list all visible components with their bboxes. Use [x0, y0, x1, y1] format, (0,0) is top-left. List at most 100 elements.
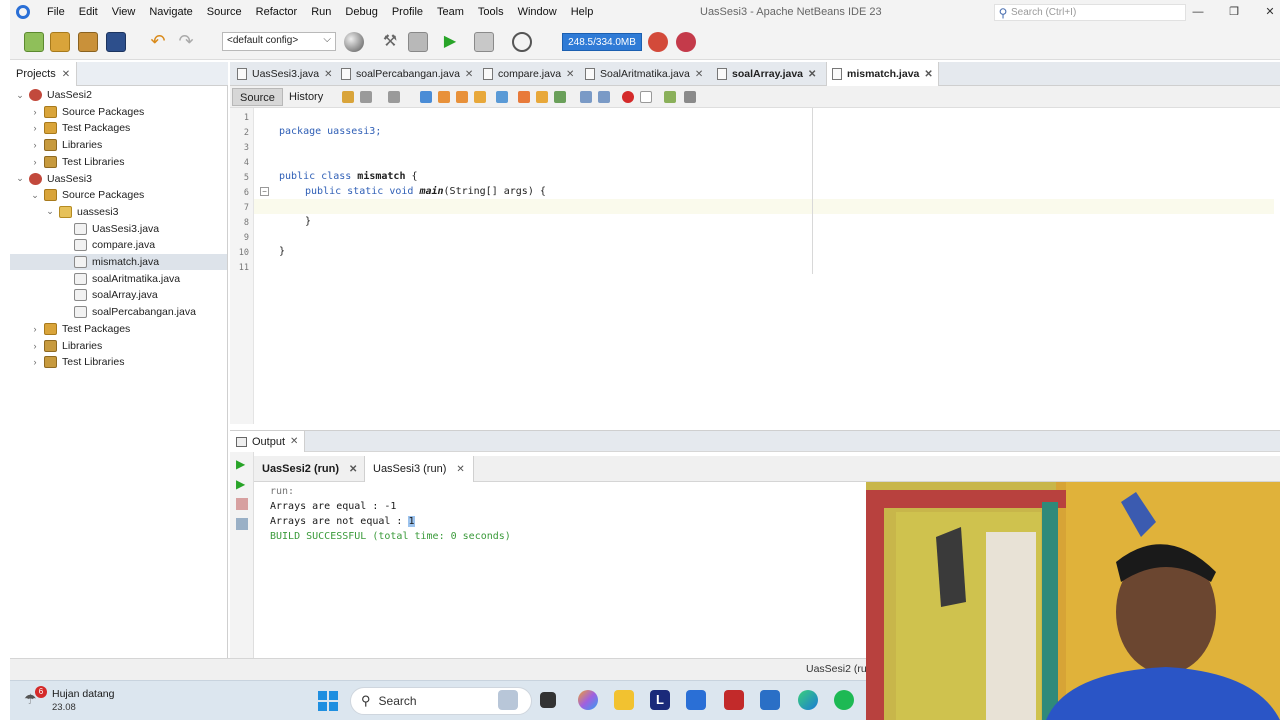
chevron-right-icon[interactable]: ›: [29, 140, 41, 150]
copilot-icon[interactable]: [578, 690, 598, 710]
chevron-down-icon[interactable]: ⌄: [14, 173, 26, 184]
menu-window[interactable]: Window: [511, 6, 564, 18]
tab-uassesi2-run[interactable]: UasSesi2 (run) ✕: [254, 456, 365, 482]
tree-item[interactable]: UasSesi3.java: [10, 221, 227, 237]
tree-item[interactable]: › Test Packages: [10, 321, 227, 337]
toggle-highlight-icon[interactable]: [496, 91, 508, 103]
tree-item[interactable]: soalArray.java: [10, 287, 227, 303]
chevron-right-icon[interactable]: ›: [29, 157, 41, 167]
tree-item[interactable]: soalPercabangan.java: [10, 304, 227, 320]
menu-help[interactable]: Help: [564, 6, 601, 18]
memory-usage-badge[interactable]: 248.5/334.0MB: [562, 33, 642, 51]
open-project-icon[interactable]: [78, 32, 98, 52]
close-icon[interactable]: ✕: [324, 69, 332, 80]
menu-file[interactable]: File: [40, 6, 72, 18]
uncomment-icon[interactable]: [684, 91, 696, 103]
next-bookmark-icon[interactable]: [536, 91, 548, 103]
editor-tab[interactable]: UasSesi3.java ✕: [232, 62, 338, 86]
close-icon[interactable]: ✕: [566, 69, 574, 80]
menu-source[interactable]: Source: [200, 6, 249, 18]
find-selection-icon[interactable]: [474, 91, 486, 103]
back-icon[interactable]: [360, 91, 372, 103]
menu-view[interactable]: View: [105, 6, 143, 18]
clean-build-icon[interactable]: [408, 32, 428, 52]
chevron-down-icon[interactable]: ⌄: [29, 190, 41, 201]
menu-profile[interactable]: Profile: [385, 6, 430, 18]
tree-item[interactable]: › Libraries: [10, 137, 227, 153]
run-icon[interactable]: ▶: [440, 32, 460, 52]
save-all-icon[interactable]: [106, 32, 126, 52]
rerun-icon[interactable]: ▶: [236, 458, 248, 470]
menu-refactor[interactable]: Refactor: [249, 6, 305, 18]
gc-icon[interactable]: [648, 32, 668, 52]
code-editor[interactable]: − package uassesi3; public class mismatc…: [254, 108, 1280, 424]
close-icon[interactable]: ✕: [924, 69, 932, 80]
minimize-button[interactable]: —: [1190, 4, 1206, 20]
menu-tools[interactable]: Tools: [471, 6, 511, 18]
tree-item[interactable]: ⌄ UasSesi3: [10, 171, 227, 187]
fold-collapse-icon[interactable]: −: [260, 187, 269, 196]
chevron-down-icon[interactable]: ⌄: [14, 90, 26, 101]
tree-item[interactable]: › Source Packages: [10, 104, 227, 120]
find-icon[interactable]: [420, 91, 432, 103]
ide-search-box[interactable]: ⚲: [994, 4, 1186, 21]
redo-icon[interactable]: ↷: [176, 32, 196, 52]
tree-item[interactable]: ⌄ Source Packages: [10, 187, 227, 203]
editor-tab[interactable]: soalPercabangan.java ✕: [336, 62, 478, 86]
tree-item[interactable]: compare.java: [10, 237, 227, 253]
source-view-button[interactable]: Source: [232, 88, 283, 106]
tree-item[interactable]: ⌄ UasSesi2: [10, 87, 227, 103]
editor-tab[interactable]: soalArray.java ✕: [712, 62, 821, 86]
close-icon[interactable]: ✕: [349, 464, 357, 475]
config-select[interactable]: <default config> ⌵: [222, 32, 336, 51]
mcafee-icon[interactable]: [724, 690, 744, 710]
globe-icon[interactable]: [344, 32, 364, 52]
tab-uassesi3-run[interactable]: UasSesi3 (run) ✕: [364, 456, 474, 482]
debug-icon[interactable]: [474, 32, 494, 52]
close-icon[interactable]: ✕: [62, 69, 70, 80]
tree-item[interactable]: › Test Libraries: [10, 154, 227, 170]
status-running-task[interactable]: UasSesi2 (ru: [806, 663, 867, 675]
editor-tab[interactable]: compare.java ✕: [478, 62, 579, 86]
tree-item[interactable]: soalAritmatika.java: [10, 271, 227, 287]
shift-right-icon[interactable]: [598, 91, 610, 103]
restore-button[interactable]: ❐: [1226, 4, 1242, 20]
close-icon[interactable]: ✕: [808, 69, 816, 80]
find-previous-icon[interactable]: [438, 91, 450, 103]
menu-team[interactable]: Team: [430, 6, 471, 18]
chevron-right-icon[interactable]: ›: [29, 324, 41, 334]
close-window-button[interactable]: ✕: [1262, 4, 1278, 20]
close-icon[interactable]: ✕: [465, 69, 473, 80]
settings-gear-icon[interactable]: [236, 518, 248, 530]
profile-icon[interactable]: [512, 32, 532, 52]
editor-tab[interactable]: mismatch.java ✕: [826, 62, 939, 86]
new-file-icon[interactable]: [24, 32, 44, 52]
widget-thumbnail-icon[interactable]: [498, 690, 518, 710]
edge-browser-icon[interactable]: [798, 690, 818, 710]
tree-item[interactable]: ⌄ uassesi3: [10, 204, 227, 220]
profiler-snapshot-icon[interactable]: [676, 32, 696, 52]
tab-output[interactable]: Output ✕: [230, 431, 306, 452]
ide-search-input[interactable]: [1011, 7, 1171, 18]
menu-debug[interactable]: Debug: [338, 6, 384, 18]
editor-tab[interactable]: SoalAritmatika.java ✕: [580, 62, 708, 86]
spotify-icon[interactable]: [834, 690, 854, 710]
task-view-icon[interactable]: [540, 692, 556, 708]
tab-projects[interactable]: Projects ✕: [10, 62, 78, 86]
close-icon[interactable]: ✕: [456, 464, 464, 475]
chevron-right-icon[interactable]: ›: [29, 123, 41, 133]
new-project-icon[interactable]: [50, 32, 70, 52]
shift-left-icon[interactable]: [580, 91, 592, 103]
start-button[interactable]: [318, 691, 338, 711]
tree-item[interactable]: › Test Packages: [10, 120, 227, 136]
undo-icon[interactable]: ↶: [148, 32, 168, 52]
tree-item[interactable]: mismatch.java: [10, 254, 227, 270]
history-view-button[interactable]: History: [282, 88, 330, 106]
stop-macro-icon[interactable]: [640, 91, 652, 103]
menu-navigate[interactable]: Navigate: [142, 6, 199, 18]
chevron-down-icon[interactable]: ⌄: [44, 206, 56, 217]
weather-title[interactable]: Hujan datang: [52, 688, 114, 700]
find-next-icon[interactable]: [456, 91, 468, 103]
last-edit-icon[interactable]: [342, 91, 354, 103]
stop-icon[interactable]: [236, 498, 248, 510]
